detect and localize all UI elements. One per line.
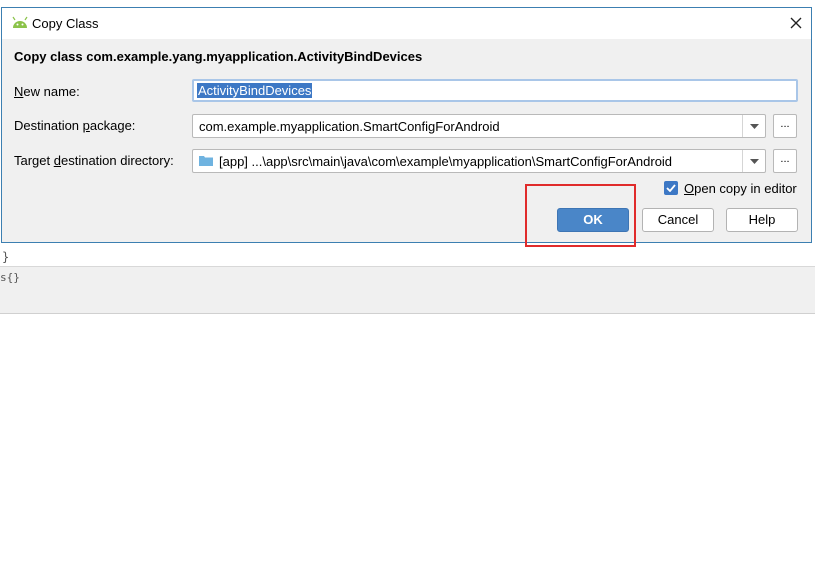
target-directory-value: [app] ...\app\src\main\java\com\example\…	[219, 154, 673, 169]
destination-package-value: com.example.myapplication.SmartConfigFor…	[199, 119, 500, 134]
chevron-down-icon	[749, 123, 759, 129]
browse-directory-button[interactable]: ...	[773, 149, 797, 173]
close-icon	[790, 17, 802, 29]
android-icon	[12, 16, 28, 28]
target-directory-combo[interactable]: [app] ...\app\src\main\java\com\example\…	[192, 149, 766, 173]
ok-highlight-annotation	[525, 184, 636, 247]
code-brace: }	[2, 250, 10, 264]
cancel-button[interactable]: Cancel	[642, 208, 714, 232]
destination-package-label: Destination package:	[14, 118, 136, 133]
target-directory-dropdown[interactable]	[742, 150, 765, 172]
new-name-value: ActivityBindDevices	[197, 83, 313, 98]
help-button[interactable]: Help	[726, 208, 798, 232]
dialog-titlebar: Copy Class	[2, 8, 811, 39]
editor-breadcrumb-bar: s{}	[0, 266, 815, 290]
dialog-title: Copy Class	[32, 16, 99, 31]
target-directory-label: Target destination directory:	[14, 153, 174, 168]
destination-package-dropdown[interactable]	[742, 115, 765, 137]
dialog-header: Copy class com.example.yang.myapplicatio…	[14, 49, 423, 64]
open-copy-checkbox[interactable]	[664, 181, 678, 195]
open-copy-label: Open copy in editor	[684, 181, 797, 196]
checkmark-icon	[666, 184, 676, 192]
new-name-label: New name:	[14, 84, 80, 99]
copy-class-dialog: Copy Class Copy class com.example.yang.m…	[1, 7, 812, 243]
editor-tool-bar	[0, 289, 815, 314]
new-name-input[interactable]: ActivityBindDevices	[192, 79, 798, 102]
browse-package-button[interactable]: ...	[773, 114, 797, 138]
close-button[interactable]	[783, 10, 809, 36]
folder-icon	[199, 156, 213, 166]
destination-package-combo[interactable]: com.example.myapplication.SmartConfigFor…	[192, 114, 766, 138]
chevron-down-icon	[749, 158, 759, 164]
breadcrumb-text: s{}	[0, 271, 20, 284]
